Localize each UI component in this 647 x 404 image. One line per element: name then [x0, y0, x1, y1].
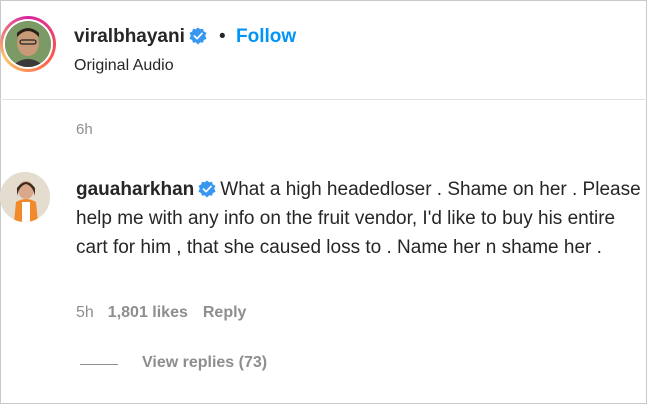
replies-divider [80, 364, 118, 365]
reply-button[interactable]: Reply [203, 304, 247, 321]
avatar-photo [5, 21, 51, 67]
profile-avatar[interactable] [0, 16, 56, 72]
view-replies-button[interactable]: View replies (73) [142, 354, 267, 372]
comment-meta: 5h 1,801 likes Reply [76, 304, 261, 322]
verified-badge-icon [198, 180, 216, 198]
post-timestamp: 6h [76, 121, 93, 138]
separator-dot: • [219, 26, 226, 47]
comment-timestamp: 5h [76, 304, 94, 321]
commenter-portrait-icon [0, 172, 50, 222]
comment-username[interactable]: gauaharkhan [76, 179, 194, 200]
comment-avatar[interactable] [0, 172, 50, 222]
post-username[interactable]: viralbhayani [74, 26, 207, 48]
verified-badge-icon [189, 27, 207, 45]
post-header: viralbhayani • Follow Original Audio [0, 0, 647, 100]
follow-button[interactable]: Follow [236, 26, 296, 48]
avatar-portrait-icon [5, 21, 51, 67]
comment-likes[interactable]: 1,801 likes [108, 304, 188, 321]
audio-label[interactable]: Original Audio [74, 57, 174, 75]
comment-text-block: gauaharkhan What a high headedloser . Sha… [76, 175, 642, 262]
